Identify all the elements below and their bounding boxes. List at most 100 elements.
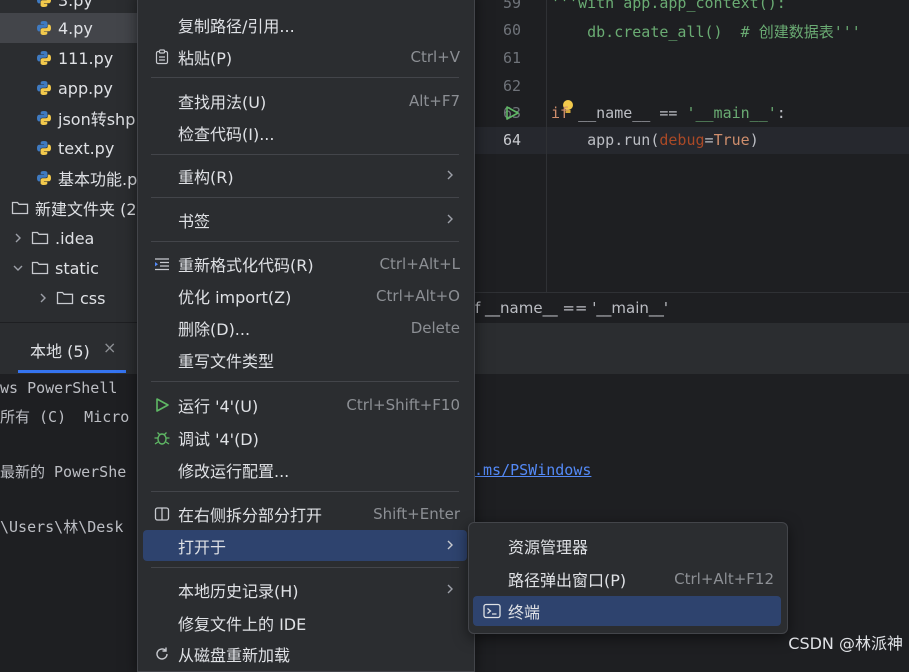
menu-item-label: 重写文件类型	[178, 351, 275, 371]
tree-item-label: css	[80, 288, 106, 308]
tree-item-label: 基本功能.p	[58, 170, 137, 189]
tree-item-text-py[interactable]: text.py	[0, 133, 137, 163]
tree-item-label: .idea	[55, 228, 95, 248]
menu-item-find-usages[interactable]: 查找用法(U) Alt+F7	[143, 85, 467, 116]
code-line-59: '''with app.app_context():	[551, 0, 786, 12]
chevron-down-icon[interactable]	[11, 261, 25, 275]
menu-item-label: 路径弹出窗口(P)	[508, 571, 627, 590]
menu-item-bookmarks[interactable]: 书签	[143, 204, 467, 235]
submenu-item-terminal[interactable]: 终端	[473, 596, 781, 626]
line-number: 62	[502, 77, 521, 95]
menu-item-label: 运行 '4'(U)	[178, 396, 259, 416]
tree-item-label: text.py	[58, 138, 115, 158]
menu-item-split-right[interactable]: 在右侧拆分部分打开 Shift+Enter	[143, 498, 467, 529]
submenu-item-path-popup[interactable]: 路径弹出窗口(P) Ctrl+Alt+F12	[473, 564, 781, 594]
terminal-link[interactable]: .ms/PSWindows	[474, 461, 591, 479]
menu-shortcut: Delete	[410, 318, 460, 337]
menu-separator	[151, 77, 459, 78]
menu-item-label: 本地历史记录(H)	[178, 581, 299, 601]
folder-icon	[11, 201, 29, 215]
menu-separator	[151, 381, 459, 382]
tree-item-static[interactable]: static	[0, 253, 137, 283]
menu-item-inspect-code[interactable]: 检查代码(I)...	[143, 117, 467, 148]
chevron-right-icon[interactable]	[11, 231, 25, 245]
code-line-63: if __name__ == '__main__':	[551, 104, 786, 122]
menu-item-delete[interactable]: 删除(D)... Delete	[143, 312, 467, 343]
tree-item-basic-features[interactable]: 基本功能.p	[0, 163, 137, 193]
tree-item-new-folder[interactable]: 新建文件夹 (2	[0, 193, 137, 223]
code-text: __name__ ==	[569, 104, 687, 122]
menu-item-reformat-code[interactable]: 重新格式化代码(R) Ctrl+Alt+L	[143, 248, 467, 279]
code-keyword: if	[551, 104, 570, 122]
menu-item-run[interactable]: 运行 '4'(U) Ctrl+Shift+F10	[143, 389, 467, 420]
code-param: debug	[659, 131, 705, 149]
tree-item-label: 3.py	[58, 0, 93, 10]
tree-item-label: 4.py	[58, 18, 93, 38]
split-view-icon	[153, 505, 171, 523]
code-text: :	[776, 104, 786, 122]
menu-shortcut: Ctrl+V	[410, 47, 460, 66]
submenu-item-explorer[interactable]: 资源管理器	[473, 531, 781, 561]
line-number: 60	[502, 21, 521, 39]
menu-item-optimize-imports[interactable]: 优化 import(Z) Ctrl+Alt+O	[143, 280, 467, 311]
tree-item-idea[interactable]: .idea	[0, 223, 137, 253]
terminal-line: \Users\林\Desk	[0, 518, 124, 536]
tree-item-css[interactable]: css	[0, 283, 137, 313]
code-line-60: db.create_all() # 创建数据表'''	[551, 21, 861, 42]
editor-breadcrumb[interactable]: f __name__ == '__main__'	[473, 292, 909, 323]
run-icon	[153, 396, 171, 414]
menu-shortcut: Ctrl+Alt+F12	[674, 570, 774, 588]
menu-item-label: 检查代码(I)...	[178, 124, 275, 144]
tree-item-label: app.py	[58, 78, 113, 98]
menu-shortcut: Shift+Enter	[373, 504, 460, 523]
menu-item-repair-ide[interactable]: 修复文件上的 IDE	[143, 607, 467, 638]
menu-item-label: 修改运行配置...	[178, 461, 290, 481]
menu-item-label: 查找用法(U)	[178, 92, 267, 112]
menu-separator	[151, 154, 459, 155]
code-text: db.create_all()	[551, 23, 741, 41]
gutter-separator	[546, 0, 547, 292]
close-icon[interactable]: ×	[103, 338, 116, 357]
terminal-tab-local[interactable]: 本地 (5)	[30, 338, 90, 362]
menu-item-local-history[interactable]: 本地历史记录(H)	[143, 574, 467, 605]
menu-item-debug[interactable]: 调试 '4'(D)	[143, 422, 467, 453]
run-gutter-icon[interactable]	[504, 105, 520, 121]
tree-item-app-py[interactable]: app.py	[0, 73, 137, 103]
menu-item-copy-path[interactable]: 复制路径/引用...	[143, 9, 467, 40]
menu-item-label: 在右侧拆分部分打开	[178, 505, 323, 525]
python-file-icon	[37, 21, 51, 35]
menu-item-reload-from-disk[interactable]: 从磁盘重新加载	[143, 638, 467, 669]
menu-item-label: 打开于	[178, 537, 227, 557]
python-file-icon	[37, 171, 51, 185]
code-string: '__main__'	[686, 104, 777, 122]
menu-item-modify-run-config[interactable]: 修改运行配置...	[143, 454, 467, 485]
code-text: =	[704, 131, 714, 149]
menu-shortcut: Ctrl+Alt+L	[379, 254, 461, 273]
tree-item-4-py[interactable]: 4.py	[0, 13, 137, 43]
reload-icon	[153, 645, 171, 663]
chevron-right-icon	[445, 210, 455, 229]
menu-item-label: 优化 import(Z)	[178, 287, 292, 307]
menu-item-open-in[interactable]: 打开于	[143, 530, 467, 561]
menu-item-label: 终端	[508, 603, 541, 622]
chevron-right-icon	[445, 166, 455, 185]
tree-item-111-py[interactable]: 111.py	[0, 43, 137, 73]
chevron-right-icon	[445, 536, 455, 555]
menu-item-paste[interactable]: 粘贴(P) Ctrl+V	[143, 41, 467, 72]
menu-item-label: 复制路径/引用...	[178, 16, 295, 36]
code-keyword: True	[713, 131, 750, 149]
tree-item-json-shp[interactable]: json转shp	[0, 103, 137, 133]
tree-item-label: json转shp	[58, 110, 136, 129]
chevron-right-icon[interactable]	[36, 291, 50, 305]
menu-item-override-file-type[interactable]: 重写文件类型	[143, 344, 467, 375]
line-number-current: 64	[502, 131, 521, 149]
menu-item-label: 书签	[178, 211, 211, 231]
active-tab-indicator	[18, 370, 126, 373]
menu-item-label: 修复文件上的 IDE	[178, 614, 307, 634]
line-number: 59	[502, 0, 521, 12]
debug-bug-icon	[153, 429, 171, 447]
menu-item-refactor[interactable]: 重构(R)	[143, 160, 467, 191]
menu-item-label: 调试 '4'(D)	[178, 429, 259, 449]
menu-shortcut: Ctrl+Shift+F10	[346, 395, 460, 414]
project-tree-panel: 3.py 4.py 111.py app.py json转shp text.py…	[0, 0, 137, 322]
